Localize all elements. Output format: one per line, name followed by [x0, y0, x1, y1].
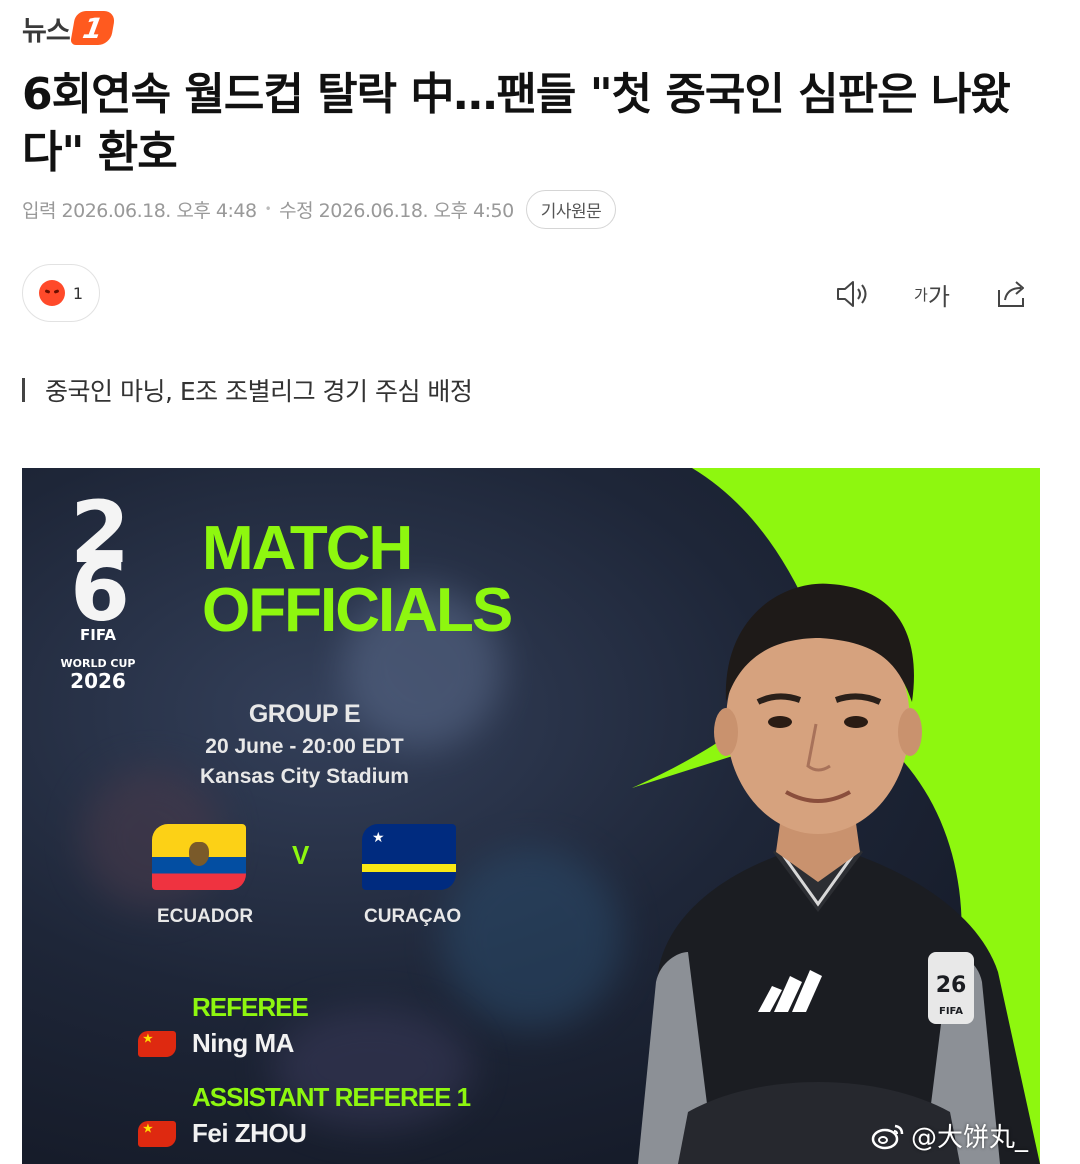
referee-photo: 26 FIFA [638, 583, 1040, 1164]
original-article-button[interactable]: 기사원문 [525, 189, 617, 229]
logo-fifa: FIFA [80, 626, 116, 644]
assistant-row: Fei ZHOU [138, 1118, 307, 1149]
article-meta: 입력 2026.06.18. 오후 4:48 • 수정 2026.06.18. … [22, 189, 617, 229]
ecuador-flag-icon [152, 824, 246, 890]
match-officials-title: MATCH OFFICIALS [202, 514, 513, 645]
speaker-icon[interactable] [834, 276, 870, 312]
match-datetime: 20 June - 20:00 EDT [205, 735, 404, 758]
published-label: 입력 [22, 199, 56, 222]
logo-badge: 1 [69, 11, 116, 45]
match-stadium: Kansas City Stadium [200, 765, 409, 788]
china-flag-icon [138, 1120, 176, 1147]
article-headline: 6회연속 월드컵 탈락 中…팬들 "첫 중국인 심판은 나왔다" 환호 [22, 69, 1011, 178]
font-size-button[interactable]: 가가 [914, 276, 950, 312]
svg-text:FIFA: FIFA [939, 1006, 963, 1017]
match-info: GROUP E 20 June - 20:00 EDT Kansas City … [172, 700, 437, 789]
font-size-large-label: 가 [927, 282, 950, 311]
logo-year: 2026 [70, 669, 126, 693]
site-logo[interactable]: 뉴스 1 [22, 8, 116, 48]
assistant-role: ASSISTANT REFEREE 1 [192, 1082, 471, 1112]
subtitle-text: 중국인 마닝, E조 조별리그 경기 주심 배정 [45, 377, 473, 406]
article-subtitle: 중국인 마닝, E조 조별리그 경기 주심 배정 [22, 372, 473, 408]
logo-text: 뉴스 [22, 15, 71, 47]
font-size-small-label: 가 [914, 285, 928, 304]
modified-label: 수정 [279, 199, 314, 222]
world-cup-logo: 26 FIFA WORLD CUP 2026 [56, 483, 140, 693]
published-date: 2026.06.18. 오후 4:48 [61, 199, 258, 222]
versus-label: V [292, 840, 310, 870]
team-home: ECUADOR [157, 906, 254, 927]
match-officials-image: 26 FIFA WORLD CUP 2026 MATCH OFFICIALS G… [22, 468, 1040, 1164]
match-group: GROUP E [248, 700, 361, 728]
china-flag-icon [138, 1030, 176, 1057]
referee-row: Ning MA [138, 1028, 294, 1059]
share-icon[interactable] [994, 276, 1030, 312]
article-tools: 가가 [834, 272, 1030, 316]
watermark-text: @大饼丸_ [910, 1123, 1028, 1153]
referee-name: Ning MA [192, 1028, 294, 1058]
weibo-watermark: @大饼丸_ [871, 1117, 1028, 1154]
angry-face-icon [38, 280, 65, 306]
title-line-1: MATCH [202, 514, 413, 583]
meta-separator: • [264, 202, 272, 216]
referee-role: REFEREE [192, 992, 309, 1022]
assistant-name: Fei ZHOU [192, 1118, 307, 1148]
subtitle-bar [22, 378, 25, 402]
logo-numeral: 26 [70, 483, 130, 641]
reaction-button[interactable]: 1 [22, 264, 100, 322]
reaction-count: 1 [72, 283, 84, 303]
weibo-icon [871, 1124, 904, 1149]
curacao-flag-icon: ★ [362, 824, 456, 890]
modified-date: 2026.06.18. 오후 4:50 [318, 199, 515, 222]
title-line-2: OFFICIALS [202, 576, 513, 645]
svg-text:26: 26 [936, 973, 967, 998]
team-away: CURAÇAO [364, 906, 462, 927]
